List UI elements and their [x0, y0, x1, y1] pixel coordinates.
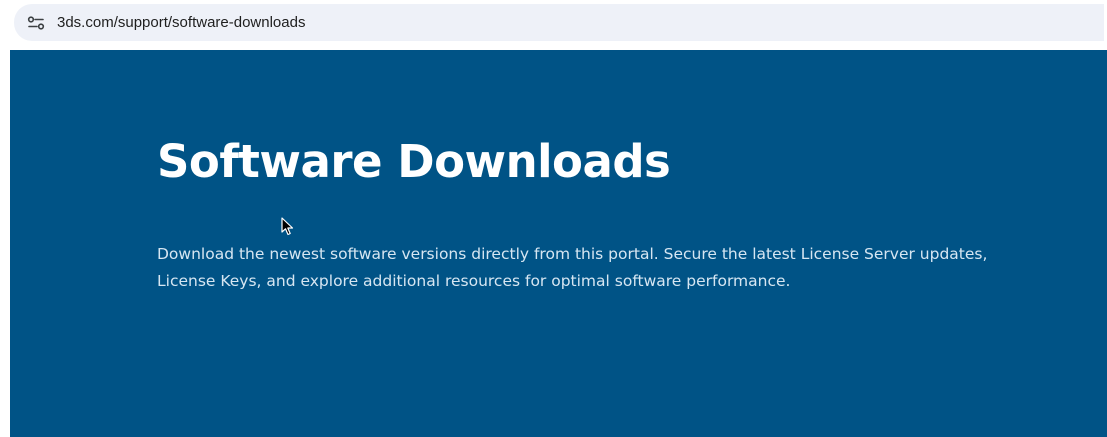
page-title: Software Downloads: [157, 135, 671, 188]
url-text[interactable]: 3ds.com/support/software-downloads: [57, 14, 305, 31]
address-bar[interactable]: 3ds.com/support/software-downloads: [14, 4, 1104, 41]
site-info-button[interactable]: [23, 10, 49, 36]
page: 3ds.com/support/software-downloads Softw…: [0, 0, 1107, 437]
mouse-pointer-icon: [281, 217, 295, 242]
hero-description: Download the newest software versions di…: [157, 245, 988, 290]
tune-icon: [27, 15, 45, 30]
hero-banner: Software Downloads Download the newest s…: [10, 50, 1107, 437]
